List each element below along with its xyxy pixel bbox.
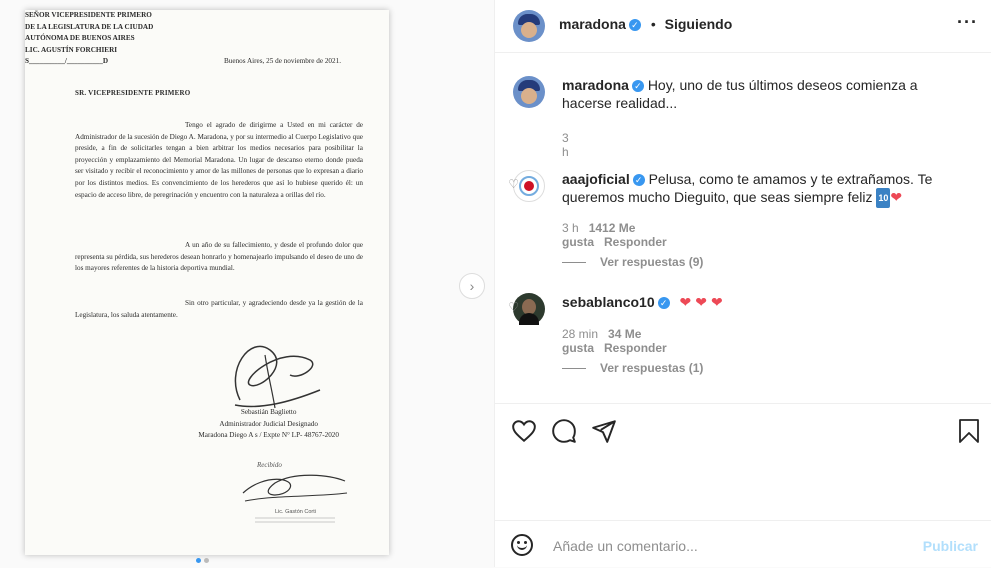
header-user-row: maradona ✓ • Siguiendo [559, 16, 732, 32]
signer-name: Sebastián Baglietto [240, 408, 297, 416]
footer-line: DE LA LEGISLATURA DE LA CIUDAD [25, 22, 154, 31]
following-button[interactable]: Siguiendo [665, 16, 733, 32]
heart-icon[interactable] [511, 418, 537, 444]
letter-paragraph-2: A un año de su fallecimiento, y desde el… [75, 241, 363, 273]
replies-line [562, 368, 586, 370]
reply-button[interactable]: Responder [604, 341, 667, 355]
caption-time: 3 h [562, 131, 569, 159]
letter-addressee: SR. VICEPRESIDENTE PRIMERO [75, 89, 191, 97]
media-pane: Buenos Aires, 25 de noviembre de 2021. S… [0, 0, 494, 567]
letter-paragraph-1: Tengo el agrado de dirigirme a Usted en … [75, 121, 363, 199]
received-stamp: Recibido Lic. Gastón Corti [242, 461, 348, 523]
comment-time: 3 h [562, 221, 579, 235]
reply-button[interactable]: Responder [604, 235, 667, 249]
like-comment-icon[interactable]: ♡ [508, 177, 519, 191]
comment-username[interactable]: aaajoficial [562, 171, 630, 187]
next-image-button[interactable]: › [459, 273, 485, 299]
view-replies-label: Ver respuestas (1) [600, 361, 704, 375]
separator: • [650, 16, 656, 32]
keycap-ten-emoji: 10 [876, 188, 891, 209]
comment-text: sebablanco10 ✓ ❤ ❤ ❤ [562, 293, 962, 311]
replies-line [562, 262, 586, 264]
verified-icon: ✓ [631, 80, 644, 93]
verified-icon: ✓ [657, 297, 670, 310]
publish-button[interactable]: Publicar [923, 538, 978, 554]
comments-list: maradona ✓ Hoy, uno de tus últimos deseos… [495, 53, 991, 403]
view-replies-label: Ver respuestas (9) [600, 255, 704, 269]
footer-line: AUTÓNOMA DE BUENOS AIRES [25, 34, 135, 43]
letter-paragraph-3: Sin otro particular, y agradeciendo desd… [75, 299, 363, 319]
chevron-right-icon: › [469, 278, 475, 294]
more-horizontal-icon[interactable]: ··· [957, 12, 978, 33]
comment-meta: 3 h 1412 Me gusta Responder [562, 221, 667, 249]
view-replies-button[interactable]: Ver respuestas (9) [562, 255, 703, 269]
verified-icon: ✓ [632, 174, 645, 187]
footer-line: LIC. AGUSTÍN FORCHIERI [25, 45, 118, 54]
bookmark-icon[interactable] [957, 418, 981, 444]
avatar[interactable] [513, 76, 545, 108]
handwritten-signature [234, 345, 321, 409]
post-header: maradona ✓ • Siguiendo ··· [495, 0, 991, 53]
post-sidebar: maradona ✓ • Siguiendo ··· maradona ✓ Hoy,… [494, 0, 991, 567]
like-comment-icon[interactable]: ♡ [508, 300, 519, 314]
letter-date: Buenos Aires, 25 de noviembre de 2021. [224, 57, 341, 65]
caption-username[interactable]: maradona [562, 77, 629, 93]
svg-text:Lic. Gastón Corti: Lic. Gastón Corti [275, 509, 316, 515]
post-actions [495, 403, 991, 459]
header-username[interactable]: maradona [559, 16, 626, 32]
footer-line: SEÑOR VICEPRESIDENTE PRIMERO [25, 11, 152, 19]
comment-text: aaajoficial ✓ Pelusa, como te amamos y te… [562, 170, 962, 209]
carousel-dot [204, 558, 209, 563]
view-replies-button[interactable]: Ver respuestas (1) [562, 361, 703, 375]
comment-meta: 28 min 34 Me gusta Responder [562, 327, 667, 355]
signer-case: Maradona Diego A s / Expte N° LP- 48767-… [198, 431, 339, 440]
add-comment-bar: Publicar [495, 520, 991, 568]
comment-icon[interactable] [551, 418, 577, 444]
avatar[interactable] [513, 10, 545, 42]
comment-username[interactable]: sebablanco10 [562, 294, 655, 310]
signature-block: Sebastián Baglietto Administrador Judici… [198, 407, 339, 442]
carousel-dot [196, 558, 201, 563]
comment-input[interactable] [551, 531, 895, 561]
signer-role: Administrador Judicial Designado [219, 419, 318, 428]
red-heart-emoji: ❤ [695, 294, 707, 310]
share-icon[interactable] [591, 418, 617, 444]
verified-icon: ✓ [628, 19, 641, 32]
red-heart-emoji: ❤ [679, 294, 692, 310]
red-heart-emoji: ❤ [890, 189, 903, 205]
emoji-icon[interactable] [511, 534, 533, 556]
red-heart-emoji: ❤ [710, 294, 723, 310]
comment-time: 28 min [562, 327, 599, 341]
carousel-dots [196, 550, 212, 568]
letter-image: Buenos Aires, 25 de noviembre de 2021. S… [25, 10, 389, 555]
caption-text: maradona ✓ Hoy, uno de tus últimos deseos… [562, 76, 962, 112]
svg-text:Recibido: Recibido [256, 461, 282, 469]
